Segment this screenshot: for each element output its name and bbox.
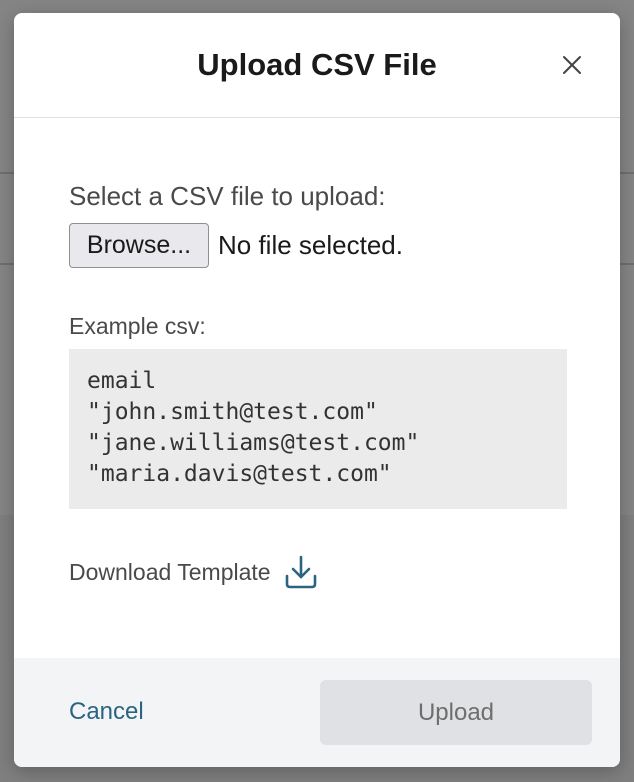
download-icon [284,554,318,590]
file-input: Browse... No file selected. [69,223,403,268]
cancel-button[interactable]: Cancel [69,696,144,728]
example-line: "john.smith@test.com" [87,399,378,425]
close-icon [563,56,581,74]
modal-title: Upload CSV File [197,47,437,82]
upload-csv-modal: Upload CSV File Select a CSV file to upl… [14,13,620,767]
modal-footer: Cancel Upload [14,658,620,767]
example-csv-code: email "john.smith@test.com" "jane.williams… [69,349,567,509]
download-template-label: Download Template [69,558,271,585]
select-file-label: Select a CSV file to upload: [69,181,386,211]
file-status: No file selected. [218,230,403,260]
example-line: "maria.davis@test.com" [87,461,392,487]
browse-button[interactable]: Browse... [69,223,209,268]
example-line: email [87,368,157,394]
download-template-link[interactable]: Download Template [69,554,318,590]
modal-header: Upload CSV File [14,13,620,118]
close-button[interactable] [560,53,584,77]
example-csv-label: Example csv: [69,313,206,339]
modal-body: Select a CSV file to upload: Browse... N… [14,118,620,658]
example-line: "jane.williams@test.com" [87,430,420,456]
upload-button[interactable]: Upload [320,680,592,745]
